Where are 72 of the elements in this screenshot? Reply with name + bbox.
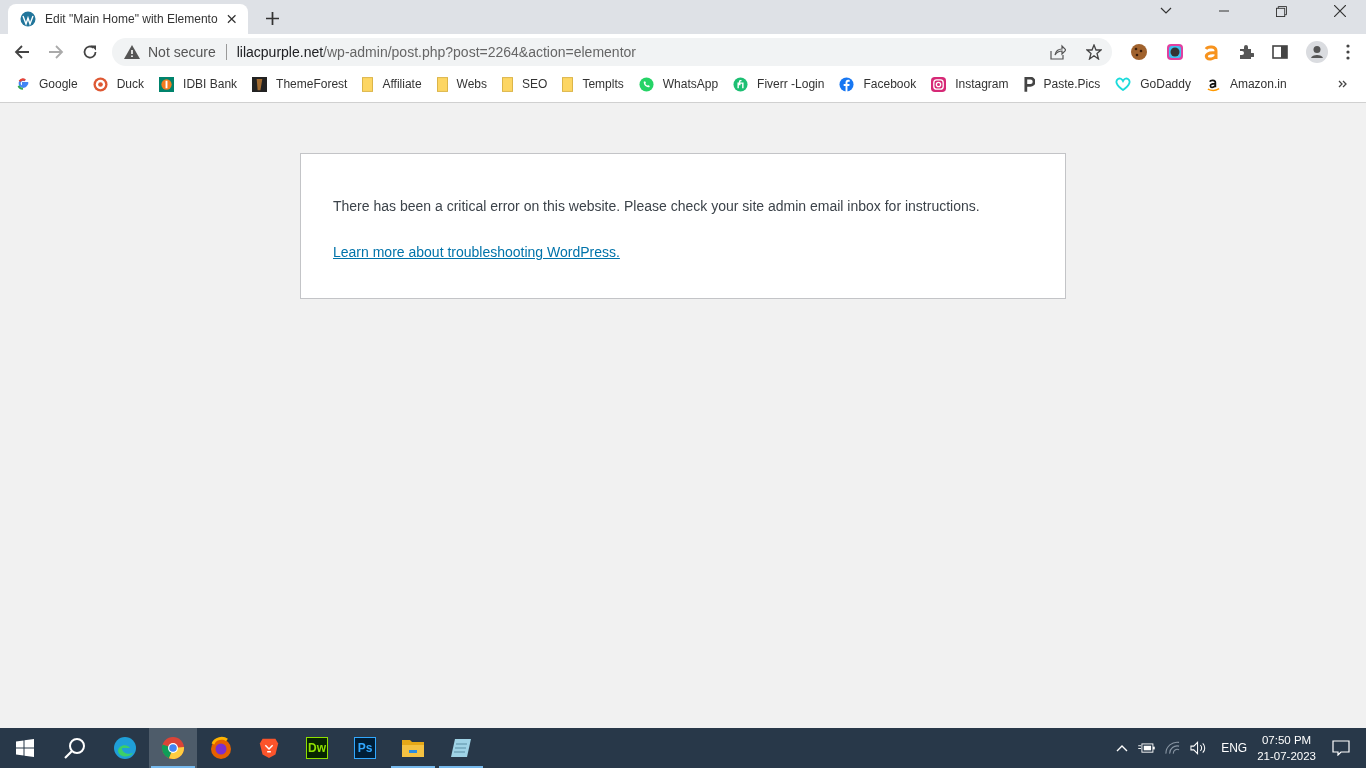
cookie-icon[interactable] [1130,43,1148,61]
duck-icon [92,76,108,92]
lion-shield-icon [258,736,280,760]
tab-title: Edit "Main Home" with Elemento [45,12,218,26]
bookmark[interactable]: SEO [502,76,548,92]
reload-icon[interactable] [82,44,98,60]
firefox-icon [209,736,233,760]
error-message: There has been a critical error on this website. Please check your site admin email inbox for instructions. [333,198,981,214]
extensions-icon[interactable] [1238,44,1254,60]
language-indicator[interactable]: ENG [1221,741,1248,755]
file-explorer-icon [401,737,425,759]
notepad-icon [449,736,473,760]
edge-icon [113,736,137,760]
restore-icon[interactable] [1276,5,1287,17]
speaker-icon[interactable] [1190,741,1208,755]
wifi-icon[interactable] [1165,741,1181,755]
bookmark[interactable]: Templts [562,76,624,92]
bookmark[interactable]: IDBI Bank [159,76,238,92]
bookmark[interactable]: Fiverr -Login [733,76,825,92]
bookmark[interactable]: Paste.Pics [1023,76,1101,92]
clock[interactable]: 07:50 PM 21-07-2023 [1257,732,1316,764]
google-g-icon [16,77,30,91]
dark-square-icon [252,76,268,92]
taskbar-app[interactable]: Ps [341,728,389,768]
bookmark[interactable]: Webs [436,76,488,92]
star-icon[interactable] [1086,44,1102,60]
windows-start-icon[interactable] [16,739,34,757]
more-bookmarks-icon[interactable] [1338,80,1348,88]
back-icon[interactable] [14,44,30,60]
bookmark[interactable]: Duck [92,76,145,92]
instagram-icon [931,76,947,92]
p-logo-icon [1023,76,1035,92]
heart-outline-icon [1115,77,1132,91]
whatsapp-icon [638,76,654,92]
close-icon[interactable] [226,14,236,24]
search-icon[interactable] [64,737,86,759]
folder-icon [502,76,514,92]
new-tab-icon[interactable] [266,12,279,25]
facebook-icon [839,76,855,92]
notifications-icon[interactable] [1332,740,1350,756]
battery-plug-icon[interactable] [1138,742,1156,754]
bookmark[interactable]: Affiliate [362,76,422,92]
color-ring-icon[interactable] [1166,43,1184,61]
bookmark[interactable]: Amazon.in [1205,76,1287,92]
bookmark[interactable]: Instagram [931,76,1009,92]
chrome-icon [161,736,185,760]
security-label: Not secure [148,44,216,60]
tab-search-icon[interactable] [1160,7,1172,15]
troubleshooting-link[interactable]: Learn more about troubleshooting WordPress. [333,244,620,260]
warning-icon [124,45,140,59]
side-panel-icon[interactable] [1272,44,1288,60]
chevron-up-icon[interactable] [1116,744,1129,752]
browser-tab[interactable]: Edit "Main Home" with Elemento [8,4,248,34]
bank-logo-icon [159,76,175,92]
folder-icon [362,76,374,92]
bookmark[interactable]: Facebook [839,76,917,92]
bookmark[interactable]: ThemeForest [252,76,348,92]
taskbar-app[interactable] [149,728,197,768]
url-text: lilacpurple.net/wp-admin/post.php?post=2264&action=elementor [236,44,636,60]
bookmark[interactable]: GoDaddy [1115,77,1191,91]
fiverr-icon [733,76,749,92]
wordpress-icon [20,11,36,27]
folder-icon [436,76,448,92]
profile-avatar-icon[interactable] [1306,41,1328,63]
taskbar-app[interactable]: Dw [293,728,341,768]
address-bar[interactable]: Not secure lilacpurple.net/wp-admin/post.php?post=2264&action=elementor [112,38,1112,66]
folder-icon [562,76,574,92]
menu-icon[interactable] [1346,44,1350,60]
bookmark[interactable]: WhatsApp [638,76,719,92]
bookmark[interactable]: Google [16,77,78,91]
close-icon[interactable] [1334,5,1346,17]
share-icon[interactable] [1050,44,1066,60]
